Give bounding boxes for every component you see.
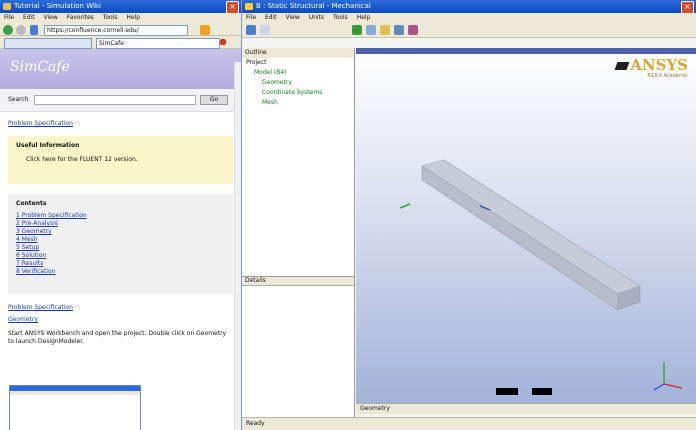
search-input[interactable]	[34, 95, 196, 105]
axis-x-icon	[663, 383, 683, 389]
toc-title: Contents	[16, 200, 47, 207]
browser-menubar: File Edit View Favorites Tools Help	[0, 13, 241, 23]
rss-icon[interactable]	[200, 25, 210, 35]
address-bar[interactable]: https://confluence.cornell.edu/	[44, 25, 188, 36]
ansys-toolbar-1	[242, 23, 696, 38]
beam-side-face	[421, 165, 619, 311]
details-panel: Details	[242, 276, 354, 427]
menu-help[interactable]: Help	[357, 14, 371, 21]
axis-z-icon	[653, 383, 665, 391]
fit-icon[interactable]	[394, 25, 404, 35]
close-icon[interactable]: ×	[226, 1, 239, 13]
details-header: Details	[242, 277, 354, 286]
section-heading: Geometry	[8, 316, 38, 323]
menu-file[interactable]: File	[246, 14, 256, 21]
search-label: Search	[8, 96, 29, 103]
tree-item-coordinates[interactable]: Coordinate Systems	[242, 88, 354, 98]
browser-title: Tutorial - Simulation Wiki	[14, 2, 101, 10]
toc-item[interactable]: 8 Verification	[16, 268, 225, 276]
ansys-window: B : Static Structural - Mechanical × Fil…	[242, 0, 696, 430]
beam-top-face	[421, 159, 641, 295]
view-tabs: Geometry	[356, 403, 696, 414]
toc-box: Contents 1 Problem Specification 2 Pre-A…	[8, 194, 233, 294]
toc-item[interactable]: 5 Setup	[16, 244, 225, 252]
browser-tab-bar: SimCafe	[0, 36, 241, 49]
warning-title: Useful Information	[16, 142, 80, 149]
tree-item-geometry[interactable]: Geometry	[242, 78, 354, 88]
site-title[interactable]: SimCafe	[10, 59, 70, 75]
status-text: Ready	[246, 420, 265, 427]
scale-bar	[496, 388, 556, 396]
ansys-titlebar: B : Static Structural - Mechanical ×	[242, 0, 696, 13]
rotate-icon[interactable]	[352, 25, 362, 35]
tab-geometry[interactable]: Geometry	[360, 405, 390, 412]
menu-help[interactable]: Help	[126, 14, 140, 21]
zoom-icon[interactable]	[380, 25, 390, 35]
page-content: Problem Specification Useful Information…	[0, 112, 241, 350]
warning-box: Useful Information Click here for the FL…	[8, 136, 233, 184]
menu-edit[interactable]: Edit	[265, 14, 277, 21]
body-text: Start ANSYS Workbench and open the proje…	[8, 330, 227, 345]
forward-icon[interactable]	[16, 25, 26, 35]
menu-favorites[interactable]: Favorites	[67, 14, 94, 21]
ansys-title: B : Static Structural - Mechanical	[256, 2, 371, 10]
browser-window: Tutorial - Simulation Wiki × File Edit V…	[0, 0, 242, 430]
pan-icon[interactable]	[366, 25, 376, 35]
tree-item-model[interactable]: Model (B4)	[242, 68, 354, 78]
browser-scrollbar[interactable]	[234, 62, 241, 430]
site-header: SimCafe	[0, 49, 241, 89]
select-icon[interactable]	[408, 25, 418, 35]
browser-icon	[3, 3, 11, 10]
menu-tools[interactable]: Tools	[333, 14, 348, 21]
graphics-viewport[interactable]: ANSYS R13.0 Academic Geometry	[356, 48, 696, 414]
outline-header: Outline	[242, 48, 354, 58]
section-heading: Problem Specification	[8, 304, 73, 311]
browser-nav-toolbar: https://confluence.cornell.edu/	[0, 23, 241, 36]
warning-body: Click here for the FLUENT 12 version.	[26, 156, 138, 163]
toc-item[interactable]: 6 Solution	[16, 252, 225, 260]
breadcrumb: Problem Specification	[8, 120, 233, 128]
tab-bookmark[interactable]	[4, 38, 92, 49]
menu-tools[interactable]: Tools	[103, 14, 118, 21]
screenshot-thumbnail[interactable]	[9, 385, 141, 430]
tab-simcafe[interactable]: SimCafe	[96, 38, 220, 49]
new-icon[interactable]	[260, 25, 270, 35]
menu-units[interactable]: Units	[309, 14, 324, 21]
toc-item[interactable]: 3 Geometry	[16, 228, 225, 236]
stop-icon[interactable]	[220, 39, 226, 45]
toc-item[interactable]: 1 Problem Specification	[16, 212, 225, 220]
toc-item[interactable]: 7 Results	[16, 260, 225, 268]
browser-titlebar: Tutorial - Simulation Wiki ×	[0, 0, 241, 13]
toc-item[interactable]: 4 Mesh	[16, 236, 225, 244]
ansys-menubar: File Edit View Units Tools Help	[242, 13, 696, 23]
search-row: Search Go	[0, 89, 241, 112]
search-button[interactable]: Go	[200, 95, 228, 105]
tree-item-mesh[interactable]: Mesh	[242, 98, 354, 108]
close-icon[interactable]: ×	[681, 1, 694, 13]
menu-view[interactable]: View	[286, 14, 300, 21]
menu-edit[interactable]: Edit	[23, 14, 35, 21]
menu-view[interactable]: View	[44, 14, 58, 21]
solve-icon[interactable]	[246, 25, 256, 35]
tree-item-project[interactable]: Project	[242, 58, 354, 68]
load-arrow	[399, 203, 411, 209]
menu-file[interactable]: File	[4, 14, 14, 21]
ansys-app-icon	[245, 3, 253, 10]
toc-item[interactable]: 2 Pre-Analysis	[16, 220, 225, 228]
status-bar: Ready	[242, 417, 696, 430]
breadcrumb-link[interactable]: Problem Specification	[8, 120, 73, 127]
refresh-icon[interactable]	[30, 25, 38, 35]
back-icon[interactable]	[3, 25, 13, 35]
beam-geometry[interactable]	[356, 48, 696, 414]
